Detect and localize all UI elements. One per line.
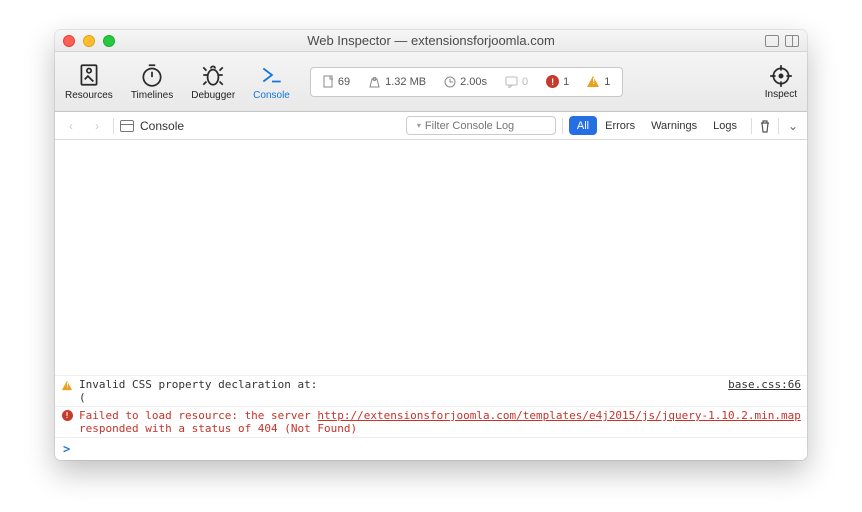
stat-time[interactable]: 2.00s [444,76,487,88]
tab-label: Resources [65,90,113,101]
inspect-button[interactable]: Inspect [765,63,797,100]
log-message: Invalid CSS property declaration at: ( [79,378,319,404]
console-log-area[interactable] [55,140,807,375]
inspect-label: Inspect [765,89,797,100]
window-title: Web Inspector — extensionsforjoomla.com [55,33,807,48]
filter-all[interactable]: All [569,116,597,135]
main-toolbar: Resources Timelines Debugger Console 69 [55,52,807,112]
tab-label: Debugger [191,90,235,101]
crosshair-icon [768,63,794,89]
chat-icon [505,76,518,88]
navigation-bar: ‹ › Console ▾ All Errors Warnings Logs ⌄ [55,112,807,140]
weight-icon [368,76,381,88]
dock-side-icon[interactable] [785,35,799,47]
stats-panel: 69 1.32 MB 2.00s 0 ! 1 1 [310,67,624,97]
titlebar: Web Inspector — extensionsforjoomla.com [55,30,807,52]
panel-tabs: Resources Timelines Debugger Console [65,62,290,101]
console-prompt[interactable]: > [55,437,807,460]
stat-value: 1 [563,76,569,88]
log-message: Failed to load resource: the server resp… [79,409,317,422]
clear-log-button[interactable] [758,119,772,133]
warning-icon [61,378,73,392]
minimize-window-button[interactable] [83,35,95,47]
document-icon [76,62,102,88]
clock-icon [444,76,456,88]
stat-messages[interactable]: 0 [505,76,528,88]
overflow-menu-button[interactable]: ⌄ [785,119,801,133]
log-message-cont: responded with a status of 404 (Not Foun… [79,422,357,435]
stat-documents[interactable]: 69 [323,75,350,88]
message-filter-segment: All Errors Warnings Logs [569,116,745,135]
console-scope-icon [120,120,134,132]
zoom-window-button[interactable] [103,35,115,47]
tab-resources[interactable]: Resources [65,62,113,101]
error-badge-icon: ! [546,75,559,88]
breadcrumb[interactable]: Console [140,119,184,133]
stat-size[interactable]: 1.32 MB [368,76,426,88]
tab-timelines[interactable]: Timelines [131,62,173,101]
web-inspector-window: Web Inspector — extensionsforjoomla.com … [55,30,807,460]
bug-icon [200,62,226,88]
filter-logs[interactable]: Logs [705,116,745,135]
stat-value: 69 [338,76,350,88]
stat-value: 1 [604,76,610,88]
stat-value: 2.00s [460,76,487,88]
stat-warnings[interactable]: 1 [587,75,610,88]
filter-warnings[interactable]: Warnings [643,116,705,135]
chevron-down-icon: ▾ [417,121,421,130]
filter-errors[interactable]: Errors [597,116,643,135]
forward-button[interactable]: › [87,116,107,136]
resource-link[interactable]: http://extensionsforjoomla.com/templates… [317,409,800,422]
filter-field[interactable]: ▾ [406,116,556,135]
warning-badge-icon [587,75,600,88]
stopwatch-icon [139,62,165,88]
filter-input[interactable] [425,120,567,132]
error-icon: ! [61,409,73,421]
log-entry-warning[interactable]: Invalid CSS property declaration at: ( b… [55,375,807,406]
tab-label: Console [253,90,290,101]
dock-bottom-icon[interactable] [765,35,779,47]
log-entry-error[interactable]: ! Failed to load resource: the server re… [55,406,807,437]
console-icon [259,62,285,88]
tab-label: Timelines [131,90,173,101]
back-button[interactable]: ‹ [61,116,81,136]
tab-debugger[interactable]: Debugger [191,62,235,101]
log-source-link[interactable]: base.css:66 [728,378,801,404]
close-window-button[interactable] [63,35,75,47]
window-controls [63,35,115,47]
stat-errors[interactable]: ! 1 [546,75,569,88]
tab-console[interactable]: Console [253,62,290,101]
stat-value: 1.32 MB [385,76,426,88]
stat-value: 0 [522,76,528,88]
document-icon [323,75,334,88]
